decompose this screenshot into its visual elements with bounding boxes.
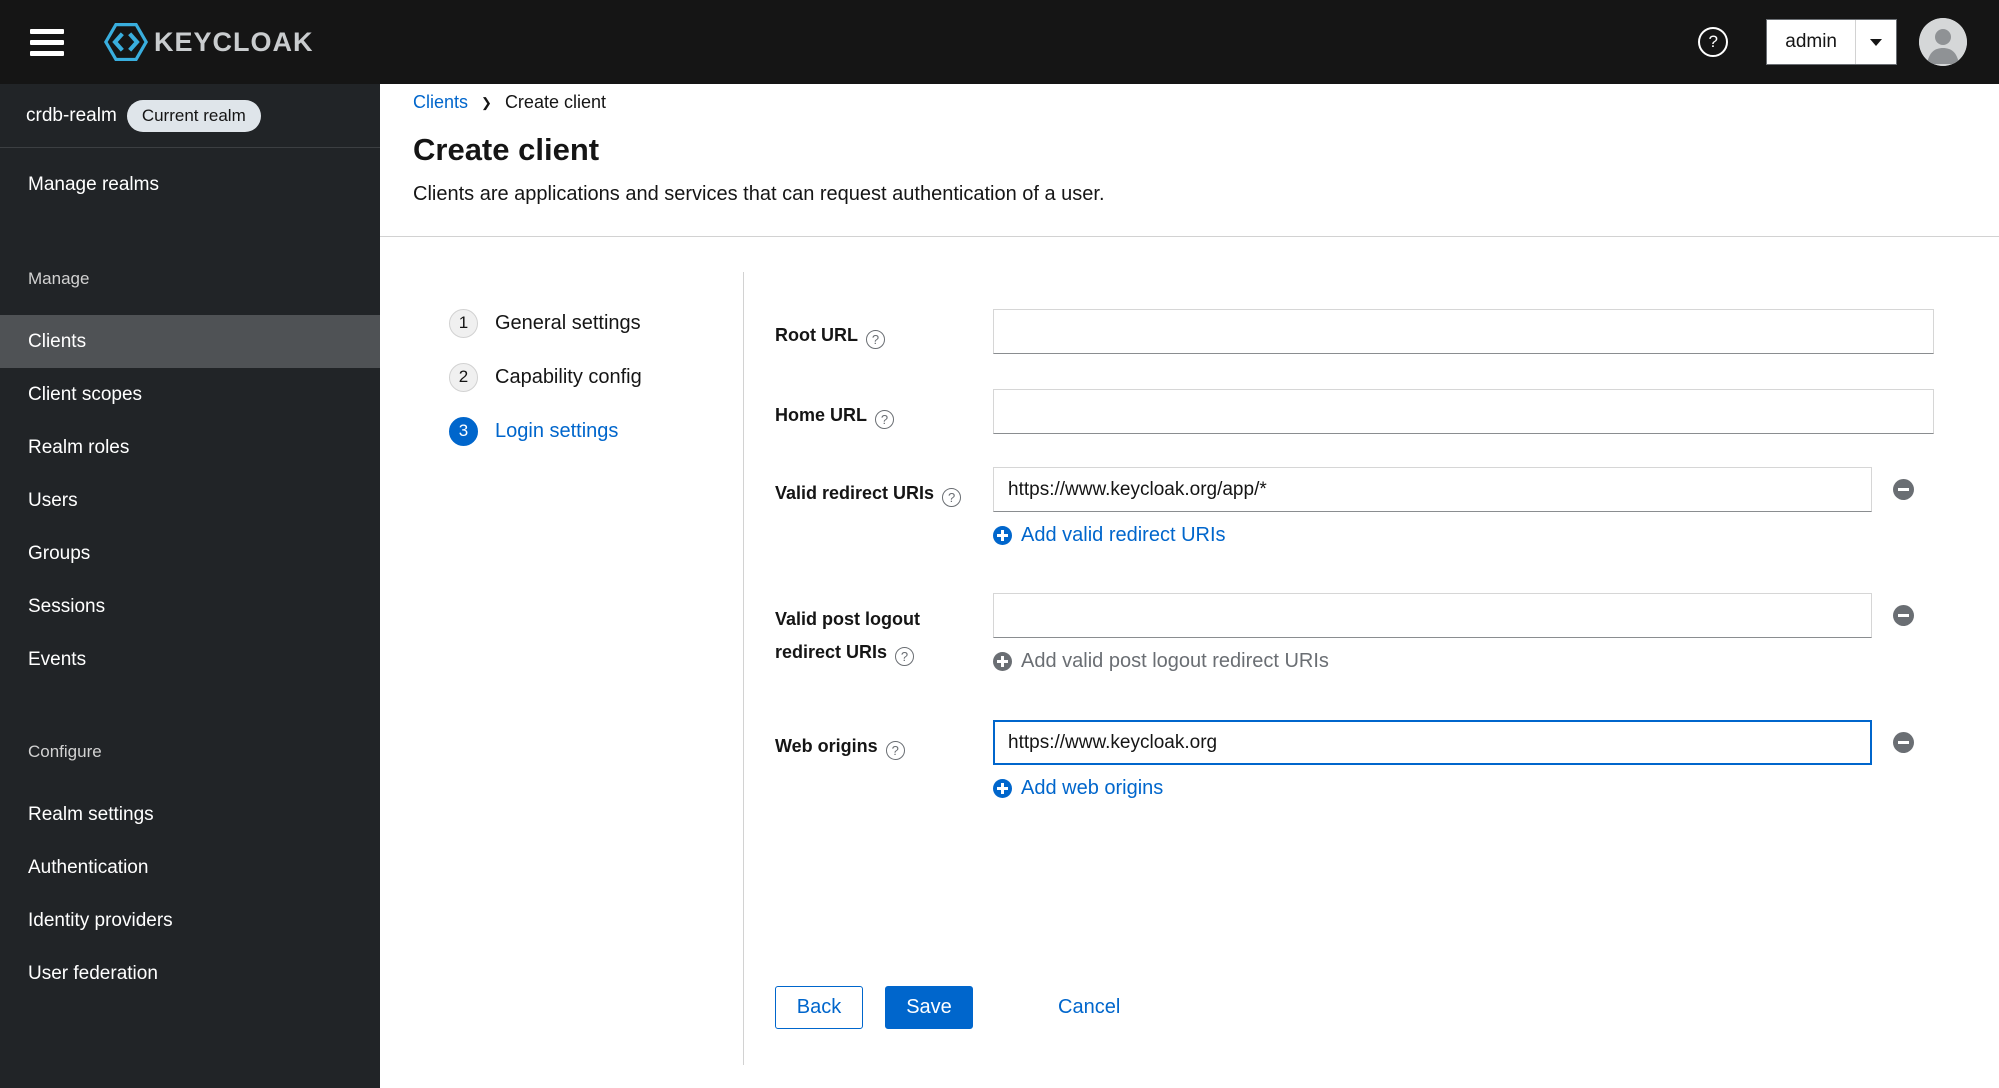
help-icon[interactable] [875,410,895,429]
sidebar-item-users[interactable]: Users [0,474,380,527]
chevron-right-icon [481,95,492,111]
help-icon[interactable] [895,647,915,666]
root-url-label: Root URL [775,319,987,352]
masthead-right: admin [1698,18,1999,66]
root-url-input[interactable] [993,309,1934,354]
sidebar-item-authentication[interactable]: Authentication [0,841,380,894]
sidebar-item-realm-roles[interactable]: Realm roles [0,421,380,474]
add-valid-post-logout-redirect-uris-button[interactable]: Add valid post logout redirect URIs [993,650,1329,673]
breadcrumb-current: Create client [504,92,606,112]
home-url-input[interactable] [993,389,1934,434]
sidebar: crdb-realm Current realm Manage realms M… [0,84,380,1088]
sidebar-item-identity-providers[interactable]: Identity providers [0,894,380,947]
keycloak-logo-icon [102,20,150,64]
cancel-button[interactable]: Cancel [1058,986,1120,1029]
home-url-label: Home URL [775,399,987,432]
add-valid-redirect-uris-button[interactable]: Add valid redirect URIs [993,524,1226,547]
help-icon[interactable] [865,330,885,349]
help-icon[interactable] [1698,27,1729,57]
current-realm-badge: Current realm [126,99,261,132]
remove-web-origin-icon[interactable] [1893,732,1914,753]
sidebar-group-manage-items: Clients Client scopes Realm roles Users … [0,315,380,686]
valid-post-logout-redirect-uris-input[interactable] [993,593,1872,638]
content-divider [380,236,1999,237]
help-icon[interactable] [942,488,962,507]
valid-redirect-uris-input[interactable] [993,467,1872,512]
breadcrumb: Clients Create client [413,92,606,113]
avatar[interactable] [1919,18,1967,66]
wizard-step-capability-config[interactable]: 2 Capability config [449,350,642,404]
sidebar-item-groups[interactable]: Groups [0,527,380,580]
sidebar-group-configure-items: Realm settings Authentication Identity p… [0,788,380,1000]
current-realm-row: crdb-realm Current realm [0,84,380,148]
page-subtitle: Clients are applications and services th… [413,183,1105,205]
save-button[interactable]: Save [885,986,973,1029]
web-origins-input[interactable] [993,720,1872,765]
help-icon[interactable] [885,741,905,760]
plus-circle-icon [993,779,1012,798]
back-button[interactable]: Back [775,986,863,1029]
remove-redirect-uri-icon[interactable] [1893,479,1914,500]
sidebar-group-configure: Configure [28,742,102,761]
wizard-steps: 1 General settings 2 Capability config 3… [449,296,642,458]
chevron-down-icon [1855,20,1896,64]
user-dropdown-label: admin [1785,31,1837,52]
wizard-step-login-settings[interactable]: 3 Login settings [449,404,642,458]
user-dropdown[interactable]: admin [1766,19,1897,65]
sidebar-item-realm-settings[interactable]: Realm settings [0,788,380,841]
valid-post-logout-redirect-uris-label: Valid post logout redirect URIs [775,603,987,669]
main-content: Clients Create client Create client Clie… [380,84,1999,1088]
keycloak-admin-console: KEYCLOAK admin crdb-realm Current realm [0,0,1999,1088]
step-number-badge: 3 [449,416,478,446]
step-number-badge: 1 [449,308,478,338]
sidebar-item-clients[interactable]: Clients [0,315,380,368]
plus-circle-icon [993,652,1012,671]
plus-circle-icon [993,526,1012,545]
sidebar-item-manage-realms[interactable]: Manage realms [0,159,380,211]
brand-wordmark: KEYCLOAK [154,26,314,57]
web-origins-label: Web origins [775,730,987,763]
masthead: KEYCLOAK admin [0,0,1999,84]
step-number-badge: 2 [449,362,478,392]
add-web-origins-button[interactable]: Add web origins [993,777,1163,800]
sidebar-item-events[interactable]: Events [0,633,380,686]
valid-redirect-uris-label: Valid redirect URIs [775,477,987,510]
remove-post-logout-uri-icon[interactable] [1893,605,1914,626]
breadcrumb-clients-link[interactable]: Clients [413,92,468,113]
wizard-step-general-settings[interactable]: 1 General settings [449,296,642,350]
sidebar-group-manage: Manage [28,269,90,288]
sidebar-item-sessions[interactable]: Sessions [0,580,380,633]
page-title: Create client [413,132,600,167]
sidebar-item-user-federation[interactable]: User federation [0,947,380,1000]
realm-name: crdb-realm [26,104,117,126]
wizard-divider [743,272,744,1065]
sidebar-item-client-scopes[interactable]: Client scopes [0,368,380,421]
brand-logo: KEYCLOAK [102,20,314,64]
hamburger-menu-icon[interactable] [24,17,70,68]
